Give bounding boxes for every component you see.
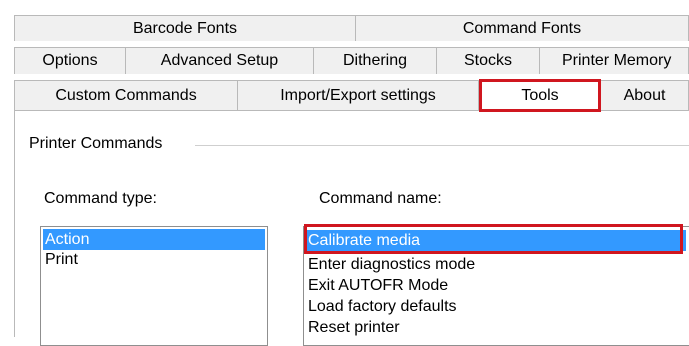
printer-commands-group-title: Printer Commands [29, 135, 169, 153]
calibrate-media-highlight-box [304, 224, 683, 254]
tab-label: Options [42, 52, 98, 69]
tab-barcode-fonts[interactable]: Barcode Fonts [14, 15, 356, 41]
tab-import-export-settings[interactable]: Import/Export settings [237, 80, 479, 111]
tab-tools[interactable]: Tools [479, 79, 601, 112]
tab-label: Barcode Fonts [132, 19, 238, 37]
tab-label: Printer Memory [562, 52, 672, 69]
group-divider [195, 145, 689, 146]
command-type-label: Command type: [44, 190, 157, 207]
list-item-reset-printer[interactable]: Reset printer [306, 317, 686, 338]
list-item-exit-autofr-mode[interactable]: Exit AUTOFR Mode [306, 275, 686, 296]
tab-label: Command Fonts [462, 19, 582, 37]
tab-label: Stocks [463, 52, 512, 69]
tab-custom-commands[interactable]: Custom Commands [14, 80, 238, 111]
list-item-load-factory-defaults[interactable]: Load factory defaults [306, 296, 686, 317]
list-item-print[interactable]: Print [43, 249, 265, 270]
tab-printer-memory[interactable]: Printer Memory [539, 47, 689, 74]
tab-about[interactable]: About [600, 80, 689, 111]
tab-options[interactable]: Options [14, 47, 126, 74]
tab-stocks[interactable]: Stocks [436, 47, 540, 74]
tab-label: Dithering [342, 52, 408, 69]
list-item-action[interactable]: Action [43, 229, 265, 250]
tab-label: Advanced Setup [160, 52, 279, 69]
tab-label: Import/Export settings [280, 87, 436, 104]
tab-label: Custom Commands [55, 87, 197, 104]
tab-command-fonts[interactable]: Command Fonts [355, 15, 689, 41]
command-name-label: Command name: [319, 190, 442, 207]
command-type-listbox[interactable]: Action Print [40, 226, 268, 346]
tab-dithering[interactable]: Dithering [313, 47, 437, 74]
list-item-enter-diagnostics-mode[interactable]: Enter diagnostics mode [306, 254, 686, 275]
tab-label: About [623, 87, 666, 104]
tab-label: Tools [521, 86, 559, 104]
tab-advanced-setup[interactable]: Advanced Setup [125, 47, 314, 74]
